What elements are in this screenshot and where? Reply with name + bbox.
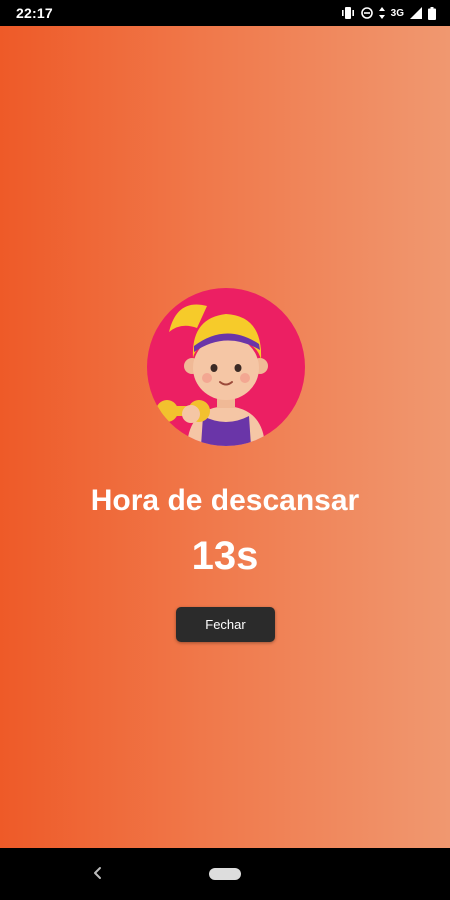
battery-icon xyxy=(428,6,436,20)
signal-icon xyxy=(410,7,422,19)
status-time: 22:17 xyxy=(16,5,53,21)
rest-screen: Hora de descansar 13s Fechar xyxy=(0,26,450,848)
network-label: 3G xyxy=(390,7,404,19)
home-pill-icon[interactable] xyxy=(209,868,241,880)
navigation-bar xyxy=(0,848,450,900)
close-button[interactable]: Fechar xyxy=(176,607,275,642)
status-bar: 22:17 3G xyxy=(0,0,450,26)
back-chevron-icon[interactable] xyxy=(88,863,108,883)
rest-timer: 13s xyxy=(191,534,259,578)
vibrate-icon xyxy=(341,7,355,19)
rest-title: Hora de descansar xyxy=(90,484,360,517)
do-not-disturb-icon xyxy=(360,7,373,19)
data-arrows-icon xyxy=(378,7,385,19)
status-icons: 3G xyxy=(341,6,436,20)
fitness-girl-avatar xyxy=(147,288,305,446)
